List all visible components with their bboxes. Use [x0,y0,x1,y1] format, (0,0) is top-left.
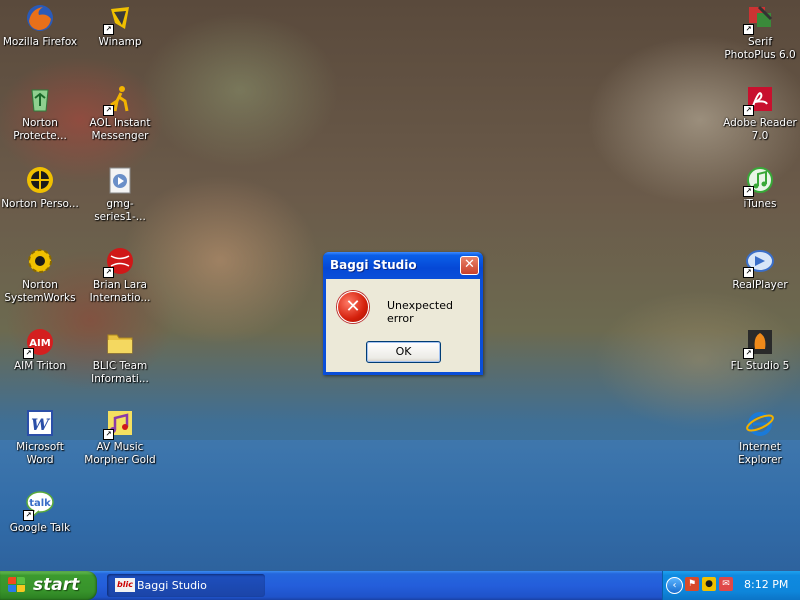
system-tray: ‹ ⚑ ● ✉ 8:12 PM [662,571,800,600]
firefox-icon [24,2,56,34]
desktop-icon-label: AIM Triton [14,360,66,372]
desktop-icon-winamp[interactable]: ↗ Winamp [81,2,159,49]
dialog-titlebar[interactable]: Baggi Studio ✕ [323,252,483,279]
shortcut-arrow-icon: ↗ [23,510,34,521]
tray-messenger-icon[interactable]: ✉ [719,577,733,591]
ok-button[interactable]: OK [366,341,441,363]
fl-studio-icon: ↗ [743,326,776,359]
shortcut-arrow-icon: ↗ [103,105,114,116]
itunes-icon: ↗ [743,164,776,197]
desktop-icon-blic-team-folder[interactable]: BLIC Team Informati... [81,326,159,386]
desktop-icon-internet-explorer[interactable]: Internet Explorer [721,407,799,467]
shortcut-arrow-icon: ↗ [743,186,754,197]
desktop-icon-label: AOL Instant Messenger [89,117,151,142]
desktop-icon-label: AV Music Morpher Gold [84,441,156,466]
taskbar-item-label: Baggi Studio [137,579,207,592]
desktop-icon-label: iTunes [743,198,777,210]
desktop-icon-norton-systemworks[interactable]: Norton SystemWorks [1,245,79,305]
google-talk-icon: talk ↗ [23,488,56,521]
shortcut-arrow-icon: ↗ [103,267,114,278]
dialog-message: Unexpected error [387,299,453,325]
desktop-icon-label: RealPlayer [732,279,788,291]
desktop-icon-gmg-series[interactable]: gmg-series1-... [81,164,159,224]
winamp-icon: ↗ [103,2,136,35]
taskbar-item-baggi-studio[interactable]: blic Baggi Studio [107,574,265,597]
microsoft-word-icon: W [24,407,56,439]
internet-explorer-icon [744,407,776,439]
desktop-icon-label: BLIC Team Informati... [91,360,149,385]
shortcut-arrow-icon: ↗ [743,24,754,35]
av-music-morpher-icon: ↗ [103,407,136,440]
dialog-body: ✕ Unexpected error OK [326,279,480,372]
desktop-icon-realplayer[interactable]: ↗ RealPlayer [721,245,799,292]
taskbar: start blic Baggi Studio ‹ ⚑ ● ✉ 8:12 PM [0,571,800,600]
shortcut-arrow-icon: ↗ [103,429,114,440]
desktop-icon-brian-lara-cricket[interactable]: ↗ Brian Lara Internatio... [81,245,159,305]
norton-protected-recycle-bin-icon [24,83,56,115]
brian-lara-cricket-icon: ↗ [103,245,136,278]
desktop-icon-label: gmg-series1-... [94,198,146,223]
adobe-reader-icon: ↗ [743,83,776,116]
aim-triton-icon: AIM ↗ [23,326,56,359]
desktop-icon-label: Brian Lara Internatio... [89,279,151,304]
dialog-close-button[interactable]: ✕ [460,256,479,275]
desktop-icon-google-talk[interactable]: talk ↗ Google Talk [1,488,79,535]
desktop-icon-itunes[interactable]: ↗ iTunes [721,164,799,211]
desktop-icon-norton-personal-firewall[interactable]: Norton Perso... [1,164,79,211]
desktop-icon-label: Mozilla Firefox [2,36,78,48]
taskbar-clock[interactable]: 8:12 PM [744,578,788,591]
desktop-icon-av-music-morpher[interactable]: ↗ AV Music Morpher Gold [81,407,159,467]
error-icon: ✕ [337,291,369,323]
start-button[interactable]: start [0,571,97,600]
desktop-icon-label: Winamp [98,36,142,48]
realplayer-icon: ↗ [743,245,776,278]
shortcut-arrow-icon: ↗ [103,24,114,35]
norton-personal-firewall-icon [24,164,56,196]
desktop-icon-microsoft-word[interactable]: W Microsoft Word [1,407,79,467]
desktop-icon-label: Adobe Reader 7.0 [723,117,797,142]
desktop-icon-serif-photoplus[interactable]: ↗ Serif PhotoPlus 6.0 [721,2,799,62]
aim-running-man-icon: ↗ [103,83,136,116]
desktop-icon-norton-protected[interactable]: Norton Protecte... [1,83,79,143]
serif-photoplus-icon: ↗ [743,2,776,35]
close-icon: ✕ [464,257,475,272]
desktop-icon-label: Norton Protecte... [13,117,67,142]
windows-flag-icon [8,577,26,594]
desktop-icon-aim-triton[interactable]: AIM ↗ AIM Triton [1,326,79,373]
desktop-icon-label: Microsoft Word [16,441,64,466]
folder-icon [104,326,136,358]
shortcut-arrow-icon: ↗ [743,267,754,278]
desktop-icon-label: Serif PhotoPlus 6.0 [724,36,796,61]
norton-systemworks-icon [24,245,56,277]
start-label: start [33,575,80,595]
desktop-icon-aol-instant-messenger[interactable]: ↗ AOL Instant Messenger [81,83,159,143]
shortcut-arrow-icon: ↗ [23,348,34,359]
desktop-icon-label: Norton Perso... [1,198,79,210]
desktop-icon-label: Internet Explorer [738,441,782,466]
svg-text:talk: talk [29,498,51,509]
desktop-icon-firefox[interactable]: Mozilla Firefox [1,2,79,49]
desktop-icon-label: Google Talk [9,522,71,534]
dialog-title: Baggi Studio [330,258,417,272]
error-dialog: Baggi Studio ✕ ✕ Unexpected error OK [323,252,483,375]
tray-norton-icon[interactable]: ● [702,577,716,591]
desktop-icon-label: Norton SystemWorks [4,279,76,304]
show-hidden-icons-chevron-icon[interactable]: ‹ [666,577,683,594]
svg-text:W: W [31,415,51,434]
desktop-icon-fl-studio[interactable]: ↗ FL Studio 5 [721,326,799,373]
shortcut-arrow-icon: ↗ [743,348,754,359]
tray-network-icon[interactable]: ⚑ [685,577,699,591]
shortcut-arrow-icon: ↗ [743,105,754,116]
media-file-icon [104,164,136,196]
blic-app-icon: blic [115,578,135,592]
desktop-icon-label: FL Studio 5 [730,360,790,372]
desktop-icon-adobe-reader[interactable]: ↗ Adobe Reader 7.0 [721,83,799,143]
